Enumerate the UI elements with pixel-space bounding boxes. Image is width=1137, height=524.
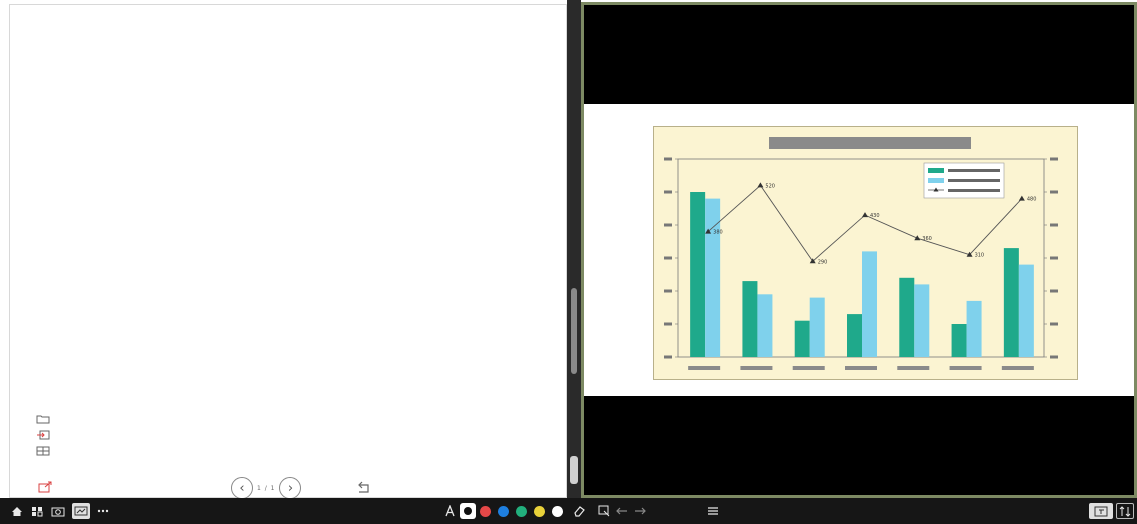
text-tool-icon[interactable]: [443, 503, 457, 519]
whiteboard-pane[interactable]: ‹ 1 / 1 ›: [9, 4, 567, 499]
y2-tick-label-5: [1050, 190, 1058, 194]
chart-container: 380 520 290 430 360 310 480: [653, 126, 1078, 380]
eraser-icon[interactable]: [572, 503, 586, 519]
legend-label-1: [948, 169, 1000, 172]
category-label-3: [792, 366, 825, 370]
bar-s1-3: [794, 320, 810, 357]
y2-tick-label-6: [1050, 157, 1058, 161]
swap-icon[interactable]: [1116, 503, 1134, 519]
y-tick-label-4: [664, 223, 672, 227]
category-label-2: [740, 366, 773, 370]
folder-icon[interactable]: [36, 414, 50, 424]
import-icon[interactable]: [36, 430, 50, 440]
y2-tick-label-4: [1050, 223, 1058, 227]
bar-s2-5: [914, 284, 930, 357]
legend-swatch-2: [928, 178, 944, 183]
bar-s2-2: [757, 294, 773, 357]
line-data-label-2: 520: [765, 183, 775, 189]
y-tick-label-3: [664, 256, 672, 260]
bar-s2-7: [1018, 264, 1034, 357]
undo-toolbar-icon[interactable]: [615, 503, 629, 519]
bar-s1-2: [742, 281, 758, 357]
color-red-swatch[interactable]: [480, 506, 491, 517]
color-white-swatch[interactable]: [552, 506, 563, 517]
bar-s2-4: [862, 251, 877, 357]
chevron-left-icon: ‹: [239, 480, 245, 496]
bar-s2-1: [705, 198, 721, 357]
category-label-6: [949, 366, 982, 370]
bar-s1-4: [847, 314, 862, 357]
y2-tick-label-0: [1050, 355, 1058, 359]
page-navigator: ‹ 1 / 1 ›: [231, 477, 302, 499]
y2-tick-label-1: [1050, 322, 1058, 326]
line-data-label-7: 480: [1027, 197, 1037, 203]
line-data-label-6: 310: [975, 253, 985, 259]
legend-swatch-1: [928, 168, 944, 173]
color-green-swatch[interactable]: [516, 506, 527, 517]
taskbar: [0, 498, 1137, 524]
chart-title-bar: [769, 137, 971, 149]
presentation-screen: 380 520 290 430 360 310 480: [584, 5, 1134, 495]
home-icon[interactable]: [10, 503, 24, 519]
line-data-label-4: 430: [870, 213, 880, 219]
apps-icon[interactable]: [30, 503, 44, 519]
y-tick-label-2: [664, 289, 672, 293]
y-tick-label-1: [664, 322, 672, 326]
line-data-label-3: 290: [818, 259, 828, 265]
slide[interactable]: 380 520 290 430 360 310 480: [584, 104, 1134, 396]
category-label-4: [845, 366, 877, 370]
y-tick-label-6: [664, 157, 672, 161]
color-yellow-swatch[interactable]: [534, 506, 545, 517]
bar-s1-7: [1003, 248, 1019, 357]
menu-icon[interactable]: [706, 503, 720, 519]
redo-icon[interactable]: [633, 503, 647, 519]
bar-s1-1: [690, 192, 706, 357]
next-page-button[interactable]: ›: [279, 477, 302, 499]
category-label-1: [688, 366, 721, 370]
legend-label-3: [948, 189, 1000, 192]
export-icon[interactable]: [38, 478, 52, 493]
pane-splitter[interactable]: [567, 0, 581, 498]
line-data-label-1: 380: [713, 230, 723, 236]
camera-icon[interactable]: [50, 503, 66, 519]
bar-s1-6: [951, 324, 967, 357]
y2-tick-label-3: [1050, 256, 1058, 260]
y2-tick-label-2: [1050, 289, 1058, 293]
y-tick-label-0: [664, 355, 672, 359]
legend-label-2: [948, 179, 1000, 182]
bar-s1-5: [899, 277, 915, 357]
color-blue-swatch[interactable]: [498, 506, 509, 517]
app-root: ‹ 1 / 1 › 380 520 290 430 360 310 480: [0, 0, 1137, 524]
line-point-7: [1018, 195, 1025, 201]
grid-icon[interactable]: [36, 446, 50, 456]
pen-tool-icon[interactable]: [460, 503, 476, 519]
line-point-2: [757, 182, 764, 188]
more-icon[interactable]: [95, 503, 111, 519]
splitter-handle[interactable]: [571, 288, 577, 374]
bar-s2-6: [966, 300, 982, 357]
page-indicator: 1 / 1: [257, 484, 276, 492]
presentation-pane: 380 520 290 430 360 310 480: [581, 2, 1137, 498]
splitter-grip[interactable]: [570, 456, 578, 484]
select-icon[interactable]: [597, 503, 611, 519]
line-data-label-5: 360: [922, 236, 932, 242]
whiteboard-icon[interactable]: [72, 503, 90, 519]
category-label-5: [897, 366, 930, 370]
chevron-right-icon: ›: [287, 480, 294, 496]
window-icon[interactable]: [1089, 503, 1113, 519]
y-tick-label-5: [664, 190, 672, 194]
line-point-4: [862, 212, 868, 218]
category-label-7: [1001, 366, 1034, 370]
combo-chart: 380 520 290 430 360 310 480: [664, 137, 1058, 370]
bar-s2-3: [809, 297, 825, 357]
prev-page-button[interactable]: ‹: [231, 477, 253, 499]
side-toolbar: [36, 414, 50, 456]
undo-icon[interactable]: [356, 480, 372, 494]
